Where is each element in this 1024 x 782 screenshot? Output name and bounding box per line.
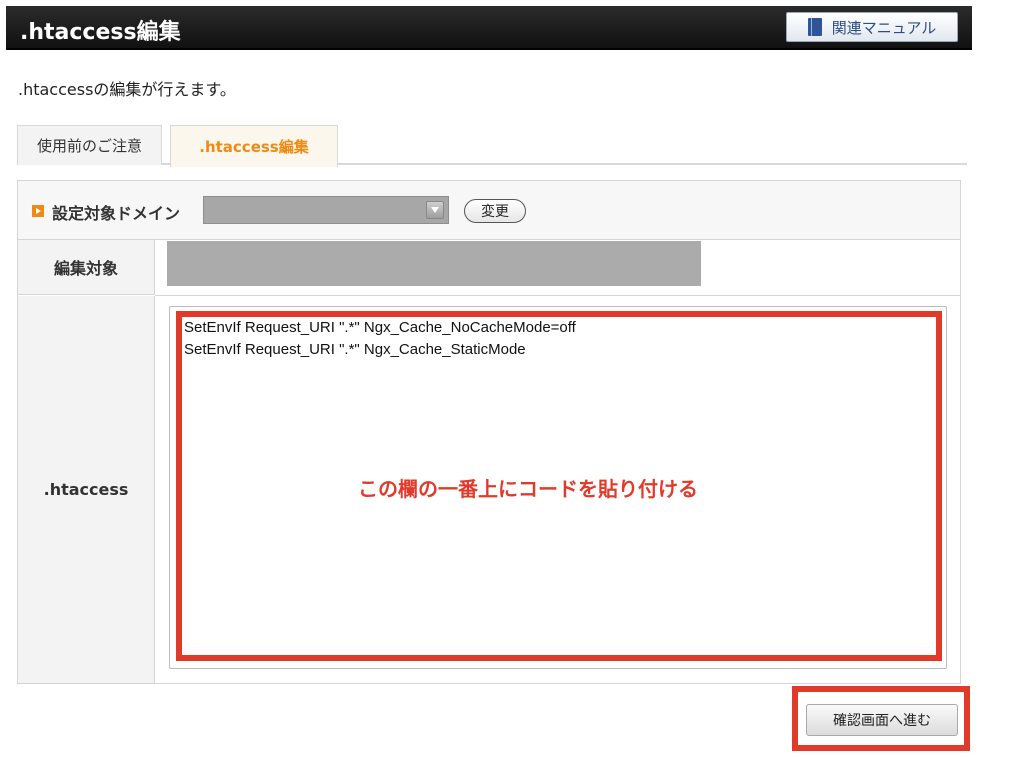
tab-htaccess-edit[interactable]: .htaccess編集 xyxy=(170,125,338,167)
book-icon xyxy=(807,18,822,36)
page-header: .htaccess編集 関連マニュアル xyxy=(6,6,972,50)
row-divider xyxy=(155,295,960,296)
edit-panel: 設定対象ドメイン 変更 編集対象 .htaccess SetEnvIf Requ… xyxy=(17,180,961,684)
target-value-redacted xyxy=(167,241,701,286)
domain-row: 設定対象ドメイン 変更 xyxy=(18,181,960,240)
arrow-bullet-icon xyxy=(32,205,44,217)
tab-bar: 使用前のご注意 .htaccess編集 xyxy=(17,125,967,167)
highlight-box-confirm: 確認画面へ進む xyxy=(792,686,970,751)
related-manual-button[interactable]: 関連マニュアル xyxy=(786,12,958,42)
domain-label: 設定対象ドメイン xyxy=(52,204,181,223)
related-manual-label: 関連マニュアル xyxy=(831,18,937,37)
target-label: 編集対象 xyxy=(18,240,155,295)
intro-text: .htaccessの編集が行えます。 xyxy=(18,80,236,99)
annotation-text: この欄の一番上にコードを貼り付ける xyxy=(358,477,698,501)
confirm-button[interactable]: 確認画面へ進む xyxy=(806,704,958,736)
chevron-down-icon[interactable] xyxy=(426,201,444,219)
tab-precautions[interactable]: 使用前のご注意 xyxy=(17,125,162,165)
change-button[interactable]: 変更 xyxy=(464,199,526,223)
htaccess-label: .htaccess xyxy=(18,296,155,683)
domain-select[interactable] xyxy=(203,196,449,224)
page-title: .htaccess編集 xyxy=(20,20,181,45)
